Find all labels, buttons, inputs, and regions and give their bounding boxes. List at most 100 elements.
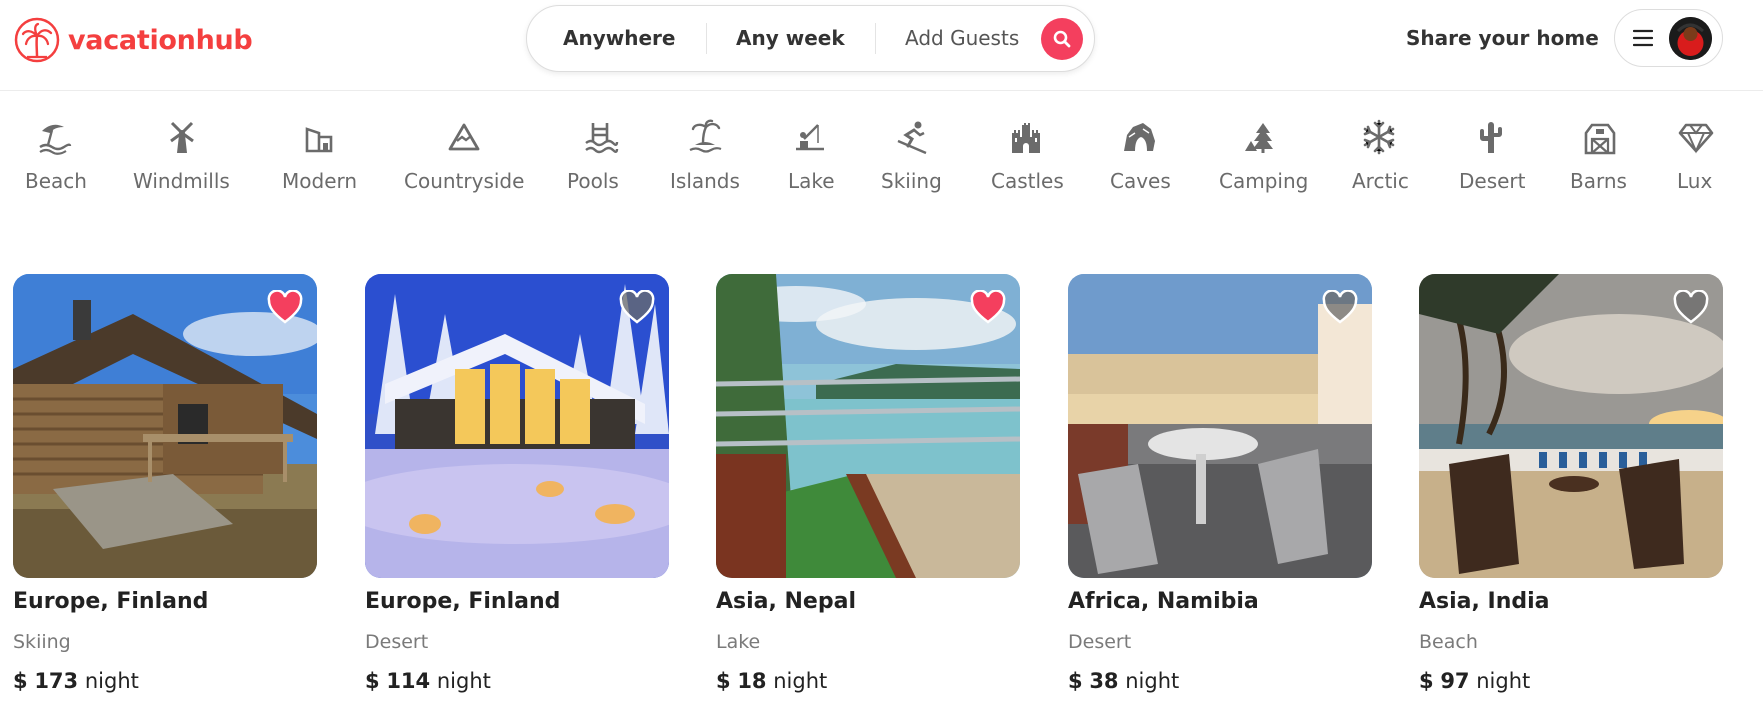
category-label: Modern [282,169,358,193]
beach-icon [39,124,72,155]
price-unit: night [436,669,491,693]
favorite-heart-icon[interactable] [970,290,1006,324]
category-label: Islands [670,169,740,193]
pool-icon [585,123,619,154]
category-castles[interactable]: Castles [990,103,1064,203]
category-barns[interactable]: Barns [1570,103,1630,203]
category-pools[interactable]: Pools [566,103,636,203]
listing-location: Asia, India [1419,589,1550,614]
avatar [1669,17,1712,60]
brand-name: vacationhub [68,24,253,56]
logo[interactable]: vacationhub [14,17,253,63]
snowflake-icon [1363,119,1395,155]
listing-category: Desert [1068,631,1132,653]
category-camping[interactable]: Camping [1218,103,1308,203]
guests-filter[interactable]: Add Guests [905,6,1019,71]
camping-icon [1245,123,1273,153]
listing-price: $ 114 night [365,669,491,693]
search-button[interactable] [1041,18,1083,60]
price-amount: 38 [1089,669,1119,693]
date-filter[interactable]: Any week [736,6,845,71]
category-countryside[interactable]: Countryside [402,103,526,203]
price-amount: 97 [1440,669,1470,693]
listing-price: $ 38 night [1068,669,1179,693]
mountain-icon [448,123,480,151]
favorite-heart-icon[interactable] [267,290,303,324]
listing-location: Europe, Finland [13,589,209,614]
category-desert[interactable]: Desert [1458,103,1526,203]
price-amount: 173 [34,669,79,693]
category-label: Desert [1459,169,1526,193]
hamburger-menu-icon [1633,29,1653,47]
listing-photo[interactable] [365,274,669,578]
search-divider [875,23,876,54]
modern-house-icon [305,127,333,153]
price-amount: 114 [386,669,431,693]
listing-location: Europe, Finland [365,589,561,614]
user-menu-button[interactable] [1614,9,1723,67]
listing-price: $ 18 night [716,669,827,693]
listing-category: Desert [365,631,429,653]
skiing-icon [897,121,927,155]
category-label: Beach [25,169,87,193]
listing-photo[interactable] [13,274,317,578]
favorite-heart-icon[interactable] [1673,290,1709,324]
listing-price: $ 97 night [1419,669,1530,693]
category-lake[interactable]: Lake [786,103,835,203]
category-windmills[interactable]: Windmills [130,103,234,203]
category-label: Caves [1110,169,1171,193]
listing-card[interactable]: Africa, Namibia Desert $ 38 night [1068,274,1372,693]
category-beach[interactable]: Beach [14,103,94,203]
favorite-heart-icon[interactable] [1322,290,1358,324]
listing-location: Africa, Namibia [1068,589,1259,614]
location-filter[interactable]: Anywhere [563,6,675,71]
price-currency: $ [716,669,731,693]
price-unit: night [1125,669,1180,693]
cave-icon [1124,123,1155,151]
category-skiing[interactable]: Skiing [880,103,946,203]
listing-card[interactable]: Asia, India Beach $ 97 night [1419,274,1723,693]
listing-category: Skiing [13,631,71,653]
price-unit: night [773,669,828,693]
listing-card[interactable]: Europe, Finland Skiing $ 173 night [13,274,317,693]
search-bar[interactable]: Anywhere Any week Add Guests [526,5,1095,72]
category-label: Barns [1570,169,1627,193]
category-label: Skiing [881,169,942,193]
listing-photo[interactable] [1068,274,1372,578]
category-modern[interactable]: Modern [278,103,358,203]
category-label: Countryside [404,169,525,193]
category-caves[interactable]: Caves [1110,103,1171,203]
listing-card[interactable]: Asia, Nepal Lake $ 18 night [716,274,1020,693]
price-amount: 18 [737,669,767,693]
category-label: Camping [1219,169,1309,193]
category-lux[interactable]: Lux [1676,103,1716,203]
price-currency: $ [365,669,380,693]
windmill-icon [170,121,194,153]
listing-card[interactable]: Europe, Finland Desert $ 114 night [365,274,669,693]
top-nav: vacationhub Anywhere Any week Add Guests… [0,0,1763,91]
favorite-heart-icon[interactable] [619,290,655,324]
listing-price: $ 173 night [13,669,139,693]
category-label: Lake [788,169,835,193]
price-unit: night [1476,669,1531,693]
price-unit: night [84,669,139,693]
category-label: Windmills [133,169,230,193]
listing-category: Beach [1419,631,1478,653]
category-label: Arctic [1352,169,1409,193]
palm-logo-icon [14,17,60,63]
barn-icon [1584,123,1616,155]
listing-category: Lake [716,631,761,653]
search-icon [1053,30,1071,48]
share-your-home-link[interactable]: Share your home [1406,18,1599,58]
search-divider [706,23,707,54]
listing-photo[interactable] [716,274,1020,578]
price-currency: $ [1419,669,1434,693]
category-islands[interactable]: Islands [670,103,740,203]
listing-location: Asia, Nepal [716,589,856,614]
diamond-icon [1678,123,1714,154]
category-label: Pools [567,169,619,193]
island-icon [689,119,722,153]
category-arctic[interactable]: Arctic [1350,103,1409,203]
castle-icon [1012,123,1040,153]
listing-photo[interactable] [1419,274,1723,578]
